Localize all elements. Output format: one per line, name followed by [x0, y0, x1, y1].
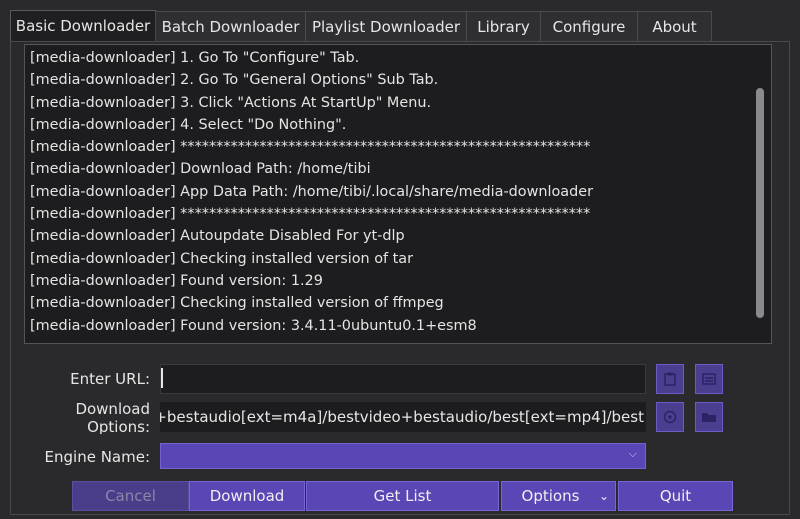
- log-line: [media-downloader] Found version: 1.29: [30, 272, 323, 289]
- url-input[interactable]: [160, 364, 646, 394]
- log-scrollbar[interactable]: [756, 88, 764, 318]
- tab-batch-downloader[interactable]: Batch Downloader: [155, 11, 306, 41]
- list-icon: [702, 373, 716, 385]
- download-button[interactable]: Download: [189, 481, 305, 511]
- options-button-label: Options: [521, 487, 580, 505]
- log-output[interactable]: [media-downloader] 1. Go To "Configure" …: [24, 44, 772, 344]
- options-folder-button[interactable]: [695, 402, 723, 432]
- paste-icon: [664, 372, 676, 386]
- tab-library[interactable]: Library: [466, 11, 541, 41]
- log-line: [media-downloader] 4. Select "Do Nothing…: [30, 116, 347, 133]
- log-line: [media-downloader] Checking installed ve…: [30, 250, 414, 267]
- log-line: [media-downloader] Found version: 3.4.11…: [30, 317, 477, 334]
- log-line: [media-downloader] App Data Path: /home/…: [30, 183, 594, 200]
- log-line: [media-downloader] Checking installed ve…: [30, 295, 444, 312]
- chevron-down-icon: ⌵: [628, 447, 637, 460]
- tab-configure[interactable]: Configure: [540, 11, 638, 41]
- download-options-value: p4]+bestaudio[ext=m4a]/bestvideo+bestaud…: [160, 408, 644, 426]
- url-label: Enter URL:: [70, 370, 150, 388]
- log-line: [media-downloader] Download Path: /home/…: [30, 161, 371, 178]
- tab-bar: Basic Downloader Batch Downloader Playli…: [10, 10, 712, 42]
- log-line: [media-downloader] 3. Click "Actions At …: [30, 94, 432, 111]
- engine-name-select[interactable]: ⌵: [160, 443, 646, 469]
- quit-button[interactable]: Quit: [618, 481, 733, 511]
- chevron-down-icon: ⌄: [598, 489, 609, 503]
- tab-about[interactable]: About: [637, 11, 712, 41]
- options-button[interactable]: Options ⌄: [501, 481, 616, 511]
- log-line: [media-downloader] 1. Go To "Configure" …: [30, 50, 360, 66]
- cancel-button[interactable]: Cancel: [72, 481, 189, 511]
- log-line: [media-downloader] Autoupdate Disabled F…: [30, 228, 405, 245]
- log-line: [media-downloader] 2. Go To "General Opt…: [30, 72, 439, 89]
- folder-icon: [702, 413, 716, 422]
- download-options-label-line2: Options:: [87, 418, 150, 434]
- log-line: [media-downloader] *********************…: [30, 206, 591, 223]
- text-caret: [161, 368, 163, 388]
- log-line: [media-downloader] *********************…: [30, 139, 591, 156]
- paste-url-button[interactable]: [656, 364, 684, 394]
- download-options-input[interactable]: p4]+bestaudio[ext=m4a]/bestvideo+bestaud…: [160, 402, 646, 432]
- tab-playlist-downloader[interactable]: Playlist Downloader: [305, 11, 467, 41]
- tab-basic-downloader[interactable]: Basic Downloader: [10, 10, 156, 42]
- engine-name-label: Engine Name:: [44, 448, 150, 466]
- download-options-label: Download Options:: [40, 400, 150, 434]
- download-options-label-line1: Download: [75, 400, 150, 418]
- options-info-button[interactable]: [656, 402, 684, 432]
- get-list-button[interactable]: Get List: [306, 481, 499, 511]
- info-icon: [663, 410, 677, 424]
- list-url-button[interactable]: [695, 364, 723, 394]
